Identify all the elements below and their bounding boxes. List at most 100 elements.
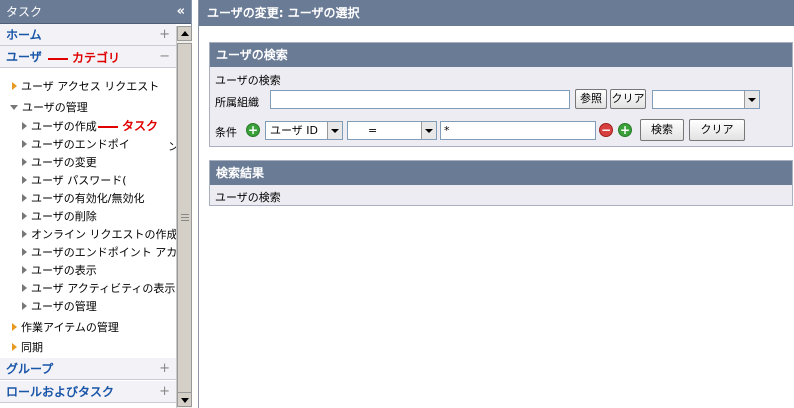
expand-arrow-icon: [12, 343, 17, 351]
task-pane-title-text: タスク: [6, 5, 43, 19]
grip-line: [181, 214, 189, 215]
task-arrow-icon: [22, 194, 27, 202]
tree-item-label: 作業アイテムの管理: [21, 321, 119, 334]
task-item-delete-user[interactable]: ユーザの削除: [22, 210, 97, 224]
expand-icon[interactable]: +: [159, 24, 170, 46]
results-subheader: ユーザの検索: [215, 191, 281, 204]
task-item-label: ユーザのエンドポイント アカウン: [31, 246, 176, 259]
grip-line: [181, 220, 189, 221]
task-item-view-user-activity[interactable]: ユーザ アクティビティの表示: [22, 282, 175, 296]
task-item-manage-users[interactable]: ユーザの管理: [22, 300, 97, 314]
scroll-thumb[interactable]: [177, 43, 192, 393]
task-pane-title: タスク «: [0, 0, 191, 24]
org-label: 所属組織: [215, 96, 259, 109]
remove-condition-icon[interactable]: −: [599, 123, 613, 137]
task-arrow-icon: [22, 122, 27, 130]
task-arrow-icon: [22, 266, 27, 274]
collapse-pane-icon[interactable]: «: [177, 0, 185, 24]
task-item-modify-user[interactable]: ユーザの変更: [22, 156, 97, 170]
task-arrow-icon: [22, 248, 27, 256]
category-home-label: ホーム: [6, 28, 42, 42]
search-button[interactable]: 検索: [640, 119, 684, 141]
task-tree: ユーザ アクセス リクエスト ユーザの管理 ユーザの作成 ユーザのエンドポイ ユ…: [0, 69, 176, 356]
search-panel-header: ユーザの検索: [210, 43, 792, 67]
browse-button[interactable]: 参照: [575, 89, 607, 109]
tree-item-user-management[interactable]: ユーザの管理: [10, 101, 88, 115]
chevron-down-icon: [327, 122, 342, 139]
category-home[interactable]: ホーム +: [0, 24, 176, 46]
scroll-down-button[interactable]: [177, 392, 192, 407]
task-arrow-icon: [22, 176, 27, 184]
annotation-category: カテゴリ: [48, 49, 120, 66]
condition-label: 条件: [215, 126, 237, 139]
operator-select[interactable]: =: [347, 121, 437, 140]
task-item-create-online-request[interactable]: オンライン リクエストの作成: [22, 228, 176, 242]
add-condition-icon[interactable]: +: [246, 123, 260, 137]
task-item-label: ユーザ アクティビティの表示: [31, 282, 176, 295]
condition-value-input[interactable]: [440, 121, 596, 140]
category-user-label: ユーザ: [6, 50, 42, 64]
task-item-label: ユーザの有効化/無効化: [31, 192, 145, 205]
org-select[interactable]: [652, 90, 760, 109]
task-item-enable-disable-user[interactable]: ユーザの有効化/無効化: [22, 192, 145, 206]
task-pane: タスク « ホーム + ユーザ − カテゴリ ユーザ アクセス リクエスト ユー…: [0, 0, 192, 408]
results-panel: 検索結果 ユーザの検索: [209, 160, 793, 206]
task-item-label: オンライン リクエストの作成: [31, 228, 176, 241]
task-item-create-user[interactable]: ユーザの作成: [22, 120, 97, 134]
arrow-up-icon: [181, 31, 189, 36]
annotation-task-text: タスク: [122, 119, 159, 133]
search-subheader: ユーザの検索: [215, 74, 281, 87]
tree-item-user-access-request[interactable]: ユーザ アクセス リクエスト: [12, 80, 159, 94]
task-item-label: ユーザのエンドポイ: [31, 138, 130, 151]
operator-select-value: =: [368, 124, 378, 137]
arrow-down-icon: [181, 398, 189, 403]
category-group[interactable]: グループ +: [0, 358, 176, 380]
task-arrow-icon: [22, 140, 27, 148]
task-item-label: ユーザの削除: [31, 210, 97, 223]
tree-item-sync[interactable]: 同期: [12, 341, 43, 355]
task-item-user-endpoint[interactable]: ユーザのエンドポイ: [22, 138, 130, 152]
task-item-user-endpoint-account[interactable]: ユーザのエンドポイント アカウン: [22, 246, 176, 260]
clear-org-button[interactable]: クリア: [610, 89, 646, 109]
chevron-down-icon: [744, 91, 759, 108]
overflow-text: ン: [168, 140, 176, 153]
clear-button[interactable]: クリア: [689, 119, 745, 141]
scroll-up-button[interactable]: [177, 26, 192, 41]
task-item-label: ユーザの変更: [31, 156, 97, 169]
category-roles-tasks[interactable]: ロールおよびタスク +: [0, 381, 176, 403]
collapse-icon[interactable]: −: [159, 46, 170, 68]
expand-icon[interactable]: +: [159, 381, 170, 403]
annotation-line: [48, 57, 68, 60]
tree-item-work-items[interactable]: 作業アイテムの管理: [12, 321, 119, 335]
task-item-label: ユーザの表示: [31, 264, 97, 277]
tree-item-label: ユーザの管理: [22, 101, 88, 114]
task-arrow-icon: [22, 302, 27, 310]
annotation-task: タスク: [98, 117, 158, 134]
page-title: ユーザの変更: ユーザの選択: [199, 0, 794, 26]
task-arrow-icon: [22, 230, 27, 238]
grip-line: [181, 217, 189, 218]
task-item-view-user[interactable]: ユーザの表示: [22, 264, 97, 278]
task-item-label: ユーザの管理: [31, 300, 97, 313]
task-arrow-icon: [22, 212, 27, 220]
field-select[interactable]: ユーザ ID: [265, 121, 343, 140]
expand-arrow-icon: [12, 82, 17, 90]
task-arrow-icon: [22, 284, 27, 292]
chevron-down-icon: [421, 122, 436, 139]
results-panel-header: 検索結果: [210, 161, 792, 185]
category-group-label: グループ: [6, 362, 54, 376]
task-item-user-password[interactable]: ユーザ パスワード(: [22, 174, 127, 188]
org-input[interactable]: [270, 90, 570, 109]
vertical-scrollbar[interactable]: [176, 26, 192, 408]
expand-icon[interactable]: +: [159, 358, 170, 380]
task-arrow-icon: [22, 158, 27, 166]
collapse-arrow-icon: [10, 105, 18, 110]
field-select-value: ユーザ ID: [270, 124, 318, 137]
annotation-category-text: カテゴリ: [72, 51, 121, 65]
expand-arrow-icon: [12, 323, 17, 331]
add-condition-icon[interactable]: +: [618, 123, 632, 137]
search-panel: ユーザの検索 ユーザの検索 所属組織 参照 クリア 条件 + ユーザ ID = …: [209, 42, 793, 147]
category-roles-tasks-label: ロールおよびタスク: [6, 385, 115, 399]
main-area: ユーザの変更: ユーザの選択 ユーザの検索 ユーザの検索 所属組織 参照 クリア…: [198, 0, 794, 408]
task-item-label: ユーザの作成: [31, 120, 97, 133]
